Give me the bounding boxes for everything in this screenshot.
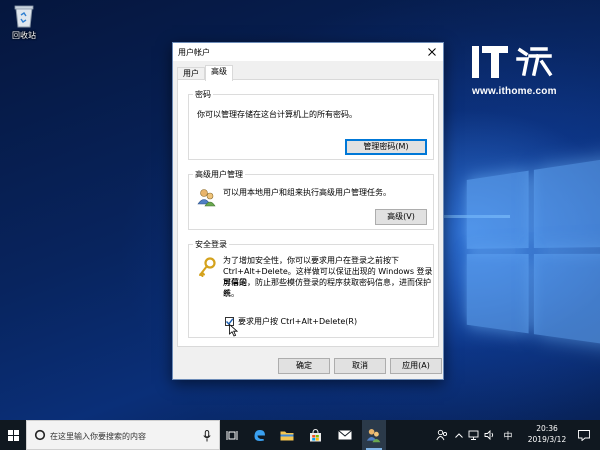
secure-logon-group: 安全登录 为了增加安全性，你可以要求用户在登录之前按下 Ctrl+Alt+Del… xyxy=(188,239,434,338)
network-icon xyxy=(468,430,478,440)
advanced-user-management-title: 高级用户管理 xyxy=(193,169,245,180)
show-hidden-icons-button[interactable] xyxy=(452,420,466,450)
advanced-button[interactable]: 高级(V) xyxy=(375,209,427,225)
microphone-icon[interactable] xyxy=(203,430,211,442)
users-group-icon xyxy=(366,429,381,443)
notification-icon xyxy=(578,429,590,441)
password-group-description: 你可以管理存储在这台计算机上的所有密码。 xyxy=(197,110,357,119)
dialog-titlebar[interactable]: 用户帐户 xyxy=(173,43,443,61)
store-bag-icon xyxy=(309,428,321,441)
search-placeholder: 在这里输入你要搜索的内容 xyxy=(50,432,146,441)
recycle-bin-label: 回收站 xyxy=(12,31,36,40)
cancel-button[interactable]: 取消 xyxy=(334,358,386,374)
close-icon xyxy=(428,48,436,56)
clock-date: 2019/3/12 xyxy=(527,435,567,444)
secure-logon-description-line-4: 统。 xyxy=(223,289,239,298)
task-view-icon xyxy=(226,430,238,440)
recycle-bin-shortcut[interactable]: 回收站 xyxy=(6,4,42,41)
advanced-tab-panel: 密码 你可以管理存储在这台计算机上的所有密码。 管理密码(M) 高级用户管理 可… xyxy=(177,79,439,347)
taskbar-search-box[interactable]: 在这里输入你要搜索的内容 xyxy=(26,420,220,450)
dialog-title: 用户帐户 xyxy=(178,48,210,57)
ithome-logo-icon xyxy=(472,44,553,80)
apply-button[interactable]: 应用(A) xyxy=(390,358,442,374)
tab-advanced[interactable]: 高级 xyxy=(205,65,233,81)
mail-icon xyxy=(338,430,352,440)
file-explorer-taskbar-button[interactable] xyxy=(276,420,298,450)
password-group: 密码 你可以管理存储在这台计算机上的所有密码。 管理密码(M) xyxy=(188,89,434,160)
key-icon xyxy=(197,257,217,279)
advanced-user-management-group: 高级用户管理 可以用本地用户和组来执行高级用户管理任务。 高级(V) xyxy=(188,169,434,230)
users-group-icon xyxy=(197,187,217,207)
edge-taskbar-button[interactable] xyxy=(248,420,270,450)
close-button[interactable] xyxy=(421,43,443,61)
start-button[interactable] xyxy=(0,420,26,450)
secure-logon-title: 安全登录 xyxy=(193,239,229,250)
folder-icon xyxy=(280,431,294,440)
people-icon xyxy=(436,429,448,441)
require-ctrl-alt-delete-label[interactable]: 要求用户按 Ctrl+Alt+Delete(R) xyxy=(238,316,357,327)
clock-time: 20:36 xyxy=(536,424,558,433)
chevron-up-icon xyxy=(455,432,463,438)
user-accounts-dialog: 用户帐户 用户 高级 密码 你可以管理存储在这台计算机上的所有密码。 管理密码(… xyxy=(172,42,444,380)
ithome-watermark: www.ithome.com xyxy=(472,42,582,97)
windows-logo-wallpaper xyxy=(466,156,600,353)
secure-logon-description-line-3: 可信的，防止那些模仿登录的程序获取密码信息，进而保护系 xyxy=(223,278,431,298)
ime-indicator[interactable]: 中 xyxy=(500,420,516,450)
action-center-button[interactable] xyxy=(574,420,594,450)
advanced-user-management-description: 可以用本地用户和组来执行高级用户管理任务。 xyxy=(223,188,391,197)
tab-strip: 用户 高级 xyxy=(177,65,233,81)
manage-passwords-button[interactable]: 管理密码(M) xyxy=(345,139,427,155)
network-tray-button[interactable] xyxy=(466,420,480,450)
mail-taskbar-button[interactable] xyxy=(334,420,356,450)
secure-logon-description-line-1: 为了增加安全性，你可以要求用户在登录之前按下 xyxy=(223,256,399,265)
cortana-circle-icon xyxy=(34,429,46,441)
taskbar-clock[interactable]: 20:36 2019/3/12 xyxy=(524,423,570,445)
task-view-button[interactable] xyxy=(222,420,242,450)
volume-tray-button[interactable] xyxy=(482,420,496,450)
windows-start-icon xyxy=(7,429,19,441)
store-taskbar-button[interactable] xyxy=(304,420,326,450)
ithome-url: www.ithome.com xyxy=(472,86,557,97)
edge-icon xyxy=(254,429,265,441)
taskbar: 在这里输入你要搜索的内容 中 20:36 2019/3/12 xyxy=(0,420,600,450)
recycle-bin-icon xyxy=(13,4,35,28)
password-group-title: 密码 xyxy=(193,89,213,100)
mouse-cursor-icon xyxy=(229,324,238,337)
people-button[interactable] xyxy=(434,420,450,450)
user-accounts-taskbar-button[interactable] xyxy=(362,420,386,450)
speaker-icon xyxy=(484,430,493,440)
ok-button[interactable]: 确定 xyxy=(278,358,330,374)
